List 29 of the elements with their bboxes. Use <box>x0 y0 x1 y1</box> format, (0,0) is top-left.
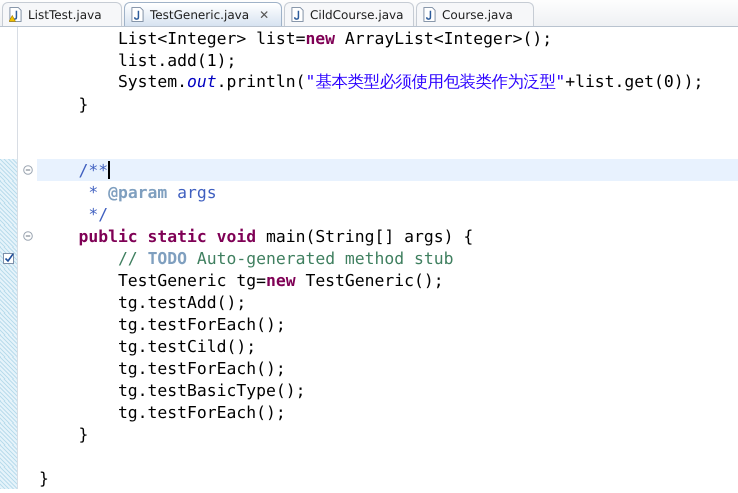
code-line: */ <box>87 204 108 224</box>
code-line: tg.testForEach(); <box>116 358 286 378</box>
code-line: * @param args <box>87 182 217 202</box>
collapse-icon[interactable] <box>22 165 32 175</box>
code-line: tg.testForEach(); <box>116 402 286 422</box>
file-tab[interactable]: TestGeneric.java ✕ <box>124 2 282 26</box>
java-file-icon <box>131 7 144 22</box>
code-line: List<Integer> list=new ArrayList<Integer>(); <box>116 28 552 48</box>
code-line: System.out.println("基本类型必须使用包装类作为泛型"+list.get(0)); <box>116 71 704 93</box>
code-line: } <box>77 424 88 444</box>
code-line: /** <box>77 160 108 180</box>
code-line: TestGeneric tg=new TestGeneric(); <box>116 270 444 290</box>
code-line: tg.testAdd(); <box>116 292 246 312</box>
code-line: tg.testCild(); <box>116 336 256 356</box>
code-line: // TODO Auto-generated method stub <box>116 248 454 268</box>
java-file-icon <box>291 7 304 22</box>
code-line: } <box>77 94 88 114</box>
code-line: } <box>39 468 49 488</box>
file-tab[interactable]: ListTest.java <box>2 2 122 26</box>
close-icon[interactable]: ✕ <box>259 8 270 22</box>
java-file-icon <box>423 7 436 22</box>
code-line: list.add(1); <box>116 50 236 70</box>
file-tab[interactable]: Course.java <box>416 2 534 26</box>
text-cursor <box>108 161 110 179</box>
code-line: public static void main(String[] args) { <box>77 226 474 246</box>
code-line: tg.testForEach(); <box>116 314 286 334</box>
code-line: tg.testBasicType(); <box>116 380 306 400</box>
file-tab[interactable]: CildCourse.java <box>284 2 414 26</box>
collapse-icon[interactable] <box>22 231 32 241</box>
